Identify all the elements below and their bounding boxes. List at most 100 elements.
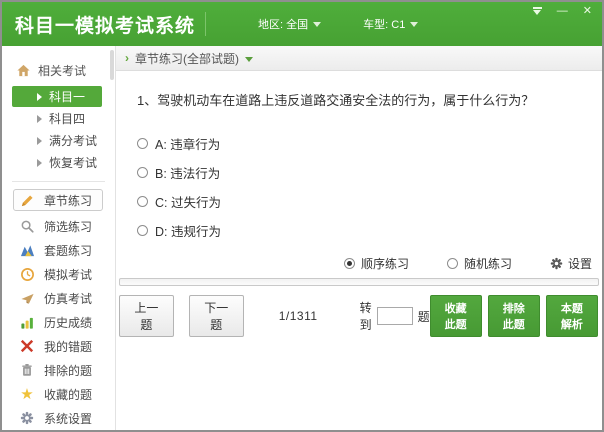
collapse-window-button[interactable] xyxy=(532,7,542,15)
question-progress-bar xyxy=(119,278,599,286)
option-label: C: 过失行为 xyxy=(155,196,221,210)
region-dropdown[interactable]: 地区: 全国 xyxy=(258,16,322,32)
sidebar-item-resume-exam[interactable]: 恢复考试 xyxy=(12,152,102,173)
sidebar-item-label: 科目四 xyxy=(49,112,86,126)
sidebar-item-mock-exam[interactable]: 模拟考试 xyxy=(2,262,115,286)
radio-icon[interactable] xyxy=(137,138,148,149)
sidebar-item-excluded-questions[interactable]: 排除的题 xyxy=(2,358,115,382)
breadcrumb-label: 章节练习(全部试题) xyxy=(135,51,239,66)
gear-icon xyxy=(19,410,35,426)
sidebar-item-label: 排除的题 xyxy=(44,363,93,378)
mode-sequential[interactable]: 顺序练习 xyxy=(343,255,409,272)
arrow-right-icon xyxy=(37,158,42,167)
question-actions: 收藏此题 排除此题 本题解析 xyxy=(429,295,598,337)
chart-icon xyxy=(19,242,35,258)
pager-toolbar: 上一题 下一题 1/1311 转到 题 收藏此题 排除此题 本题解析 xyxy=(119,295,598,337)
goto-question-group: 转到 题 xyxy=(360,299,430,333)
sidebar-item-label: 历史成绩 xyxy=(44,315,93,330)
chevron-down-icon xyxy=(245,56,253,62)
bars-icon xyxy=(19,314,35,330)
car-type-label: 车型: C1 xyxy=(363,19,406,31)
title-separator xyxy=(205,12,207,36)
sidebar-item-label: 仿真考试 xyxy=(44,291,93,306)
breadcrumb[interactable]: › 章节练习(全部试题) xyxy=(116,46,602,71)
app-window: 科目一模拟考试系统 地区: 全国 车型: C1 — ✕ 相关考试 科目一 科目四… xyxy=(0,0,604,432)
option-a[interactable]: A: 违章行为 xyxy=(137,137,602,152)
mode-label: 随机练习 xyxy=(463,257,512,271)
sidebar-item-label: 系统设置 xyxy=(44,411,93,426)
sidebar-section-related-exams: 相关考试 xyxy=(2,58,115,85)
sidebar-item-subject4[interactable]: 科目四 xyxy=(12,108,102,129)
option-label: A: 违章行为 xyxy=(155,138,221,152)
radio-icon[interactable] xyxy=(446,258,458,269)
sidebar-item-label: 我的错题 xyxy=(44,339,93,354)
collapse-icon xyxy=(533,10,542,15)
arrow-right-icon xyxy=(37,92,42,101)
mode-random[interactable]: 随机练习 xyxy=(446,255,512,272)
practice-mode-row: 顺序练习 随机练习 设置 xyxy=(116,255,592,272)
house-icon xyxy=(15,63,31,79)
paper-icon xyxy=(19,290,35,306)
car-type-dropdown[interactable]: 车型: C1 xyxy=(363,16,419,32)
gear-icon xyxy=(550,257,563,271)
option-c[interactable]: C: 过失行为 xyxy=(137,195,602,210)
main-panel: › 章节练习(全部试题) 1、驾驶机动车在道路上违反道路交通安全法的行为，属于什… xyxy=(116,46,602,430)
region-label: 地区: 全国 xyxy=(258,19,309,31)
sidebar-item-label: 收藏的题 xyxy=(44,387,93,402)
sidebar-divider xyxy=(12,181,105,182)
sidebar-item-system-settings[interactable]: 系统设置 xyxy=(2,406,115,430)
sidebar-item-my-mistakes[interactable]: 我的错题 xyxy=(2,334,115,358)
radio-icon[interactable] xyxy=(137,225,148,236)
goto-suffix-label: 题 xyxy=(417,309,430,324)
mode-label: 顺序练习 xyxy=(360,257,409,271)
app-title: 科目一模拟考试系统 xyxy=(15,15,196,37)
clock-icon xyxy=(19,266,35,282)
option-d[interactable]: D: 违规行为 xyxy=(137,224,602,239)
sidebar-item-history-scores[interactable]: 历史成绩 xyxy=(2,310,115,334)
radio-icon[interactable] xyxy=(137,167,148,178)
sidebar: 相关考试 科目一 科目四 满分考试 恢复考试 章节练习 筛选练习 套题练习 模拟… xyxy=(2,46,116,430)
settings-button[interactable]: 设置 xyxy=(550,255,592,272)
previous-question-button[interactable]: 上一题 xyxy=(119,295,174,337)
goto-question-input[interactable] xyxy=(376,307,413,325)
sidebar-item-subject1[interactable]: 科目一 xyxy=(12,86,102,107)
sidebar-item-filter-practice[interactable]: 筛选练习 xyxy=(2,214,115,238)
trash-icon xyxy=(19,362,35,378)
settings-label: 设置 xyxy=(567,257,592,271)
sidebar-item-favorite-questions[interactable]: ★ 收藏的题 xyxy=(2,382,115,406)
arrow-right-icon xyxy=(37,136,42,145)
sidebar-item-simulation-exam[interactable]: 仿真考试 xyxy=(2,286,115,310)
chevron-down-icon xyxy=(313,21,322,27)
option-label: B: 违法行为 xyxy=(155,167,221,181)
exclude-question-button[interactable]: 排除此题 xyxy=(487,295,540,337)
options-list: A: 违章行为 B: 违法行为 C: 过失行为 D: 违规行为 xyxy=(137,137,602,253)
option-b[interactable]: B: 违法行为 xyxy=(137,166,602,181)
window-controls: — ✕ xyxy=(532,5,592,17)
close-button[interactable]: ✕ xyxy=(583,5,592,17)
sidebar-scrollbar[interactable] xyxy=(110,50,114,80)
sidebar-item-full-score-exam[interactable]: 满分考试 xyxy=(12,130,102,151)
star-icon: ★ xyxy=(20,385,34,403)
red-x-icon xyxy=(19,338,35,354)
sidebar-item-label: 满分考试 xyxy=(49,134,98,148)
goto-prefix-label: 转到 xyxy=(359,301,372,332)
sidebar-item-chapter-practice[interactable]: 章节练习 xyxy=(13,189,103,211)
chevron-down-icon xyxy=(410,21,419,27)
next-question-button[interactable]: 下一题 xyxy=(188,295,244,337)
sidebar-item-label: 章节练习 xyxy=(44,193,93,208)
question-analysis-button[interactable]: 本题解析 xyxy=(545,295,598,337)
pencil-icon xyxy=(19,192,35,208)
option-label: D: 违规行为 xyxy=(155,225,221,239)
collapse-icon xyxy=(532,7,542,9)
search-icon xyxy=(19,218,35,234)
sidebar-item-label: 科目一 xyxy=(49,90,86,104)
sidebar-item-set-practice[interactable]: 套题练习 xyxy=(2,238,115,262)
question-text: 1、驾驶机动车在道路上违反道路交通安全法的行为，属于什么行为？ xyxy=(137,93,535,108)
sidebar-item-label: 恢复考试 xyxy=(49,156,98,170)
radio-icon[interactable] xyxy=(343,258,355,269)
sidebar-item-label: 套题练习 xyxy=(44,243,93,258)
title-bar: 科目一模拟考试系统 地区: 全国 车型: C1 — ✕ xyxy=(2,2,602,46)
radio-icon[interactable] xyxy=(137,196,148,207)
favorite-question-button[interactable]: 收藏此题 xyxy=(429,295,482,337)
minimize-button[interactable]: — xyxy=(557,5,568,17)
